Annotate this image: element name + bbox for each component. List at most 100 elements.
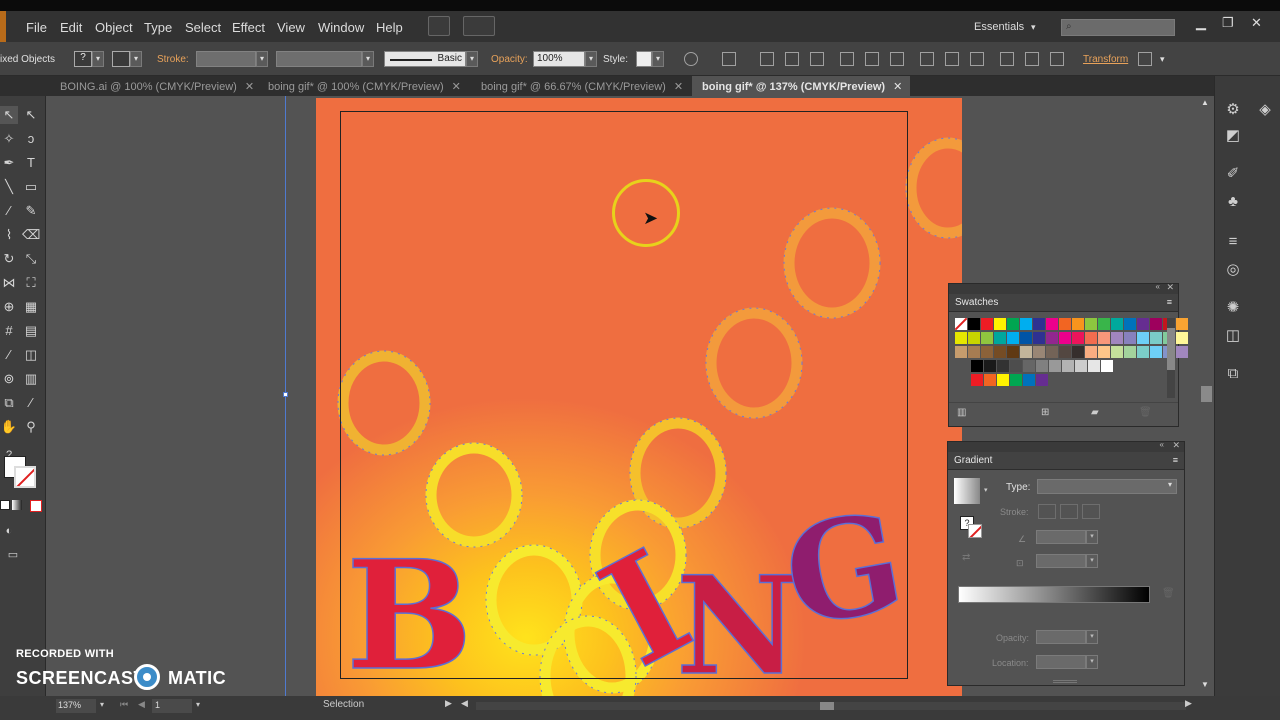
aspect-ratio-dropdown[interactable]: ▾ <box>1086 554 1098 568</box>
color-swatch[interactable] <box>1098 318 1110 330</box>
color-swatch[interactable] <box>1046 318 1058 330</box>
distribute-top-icon[interactable] <box>920 52 934 66</box>
fill-dropdown[interactable]: ▾ <box>92 51 104 67</box>
brush-dropdown[interactable]: ▾ <box>466 51 478 67</box>
opacity-dropdown[interactable]: ▾ <box>585 51 597 67</box>
symbols-icon[interactable]: ♣ <box>1223 192 1243 212</box>
mesh-tool-icon[interactable]: # <box>0 322 18 340</box>
color-swatch[interactable] <box>1176 332 1188 344</box>
menu-file[interactable]: File <box>26 20 47 35</box>
color-swatch[interactable] <box>971 374 983 386</box>
menu-object[interactable]: Object <box>95 20 133 35</box>
gradient-tool-icon[interactable]: ▤ <box>22 322 40 340</box>
chevron-down-icon[interactable]: ▾ <box>196 700 200 709</box>
distribute-right-icon[interactable] <box>1050 52 1064 66</box>
opacity-input[interactable]: 100% <box>533 51 585 67</box>
color-swatch[interactable] <box>1007 346 1019 358</box>
fill-color-box[interactable]: ? <box>74 51 92 67</box>
transform-link[interactable]: Transform <box>1083 54 1128 65</box>
menu-view[interactable]: View <box>277 20 305 35</box>
color-mode-icon[interactable] <box>0 500 10 510</box>
panel-menu-icon[interactable]: ≡ <box>1173 455 1178 465</box>
screen-mode-icon[interactable]: ▭ <box>4 546 22 564</box>
close-panel-icon[interactable]: ✕ <box>1166 282 1174 293</box>
scroll-thumb[interactable] <box>820 702 834 710</box>
search-input[interactable]: ⌕ <box>1061 19 1175 36</box>
close-panel-icon[interactable]: ✕ <box>1172 440 1180 451</box>
distribute-left-icon[interactable] <box>1000 52 1014 66</box>
symbol-sprayer-tool-icon[interactable]: ⊚ <box>0 370 18 388</box>
scroll-down-icon[interactable]: ▼ <box>1201 680 1209 689</box>
color-swatch[interactable] <box>1124 332 1136 344</box>
graphic-styles-icon[interactable]: ✺ <box>1223 298 1243 318</box>
color-swatch[interactable] <box>1137 318 1149 330</box>
color-swatch[interactable] <box>1033 332 1045 344</box>
swatch-libraries-icon[interactable]: ▥ <box>957 407 966 418</box>
new-color-group-icon[interactable]: ▰ <box>1091 407 1099 418</box>
color-swatch[interactable] <box>1023 374 1035 386</box>
menu-edit[interactable]: Edit <box>60 20 82 35</box>
color-swatch[interactable] <box>1046 346 1058 358</box>
scroll-left-icon[interactable]: ◀ <box>461 698 468 709</box>
color-swatch[interactable] <box>984 360 996 372</box>
chevron-down-icon[interactable]: ▾ <box>984 486 988 494</box>
color-swatch[interactable] <box>1075 360 1087 372</box>
stroke-gradient-along-icon[interactable] <box>1060 504 1078 519</box>
angle-input[interactable] <box>1036 530 1086 544</box>
gradient-slider[interactable] <box>958 586 1150 603</box>
color-swatch[interactable] <box>1020 318 1032 330</box>
zoom-tool-icon[interactable]: ⚲ <box>22 418 40 436</box>
layers-icon[interactable]: ◈ <box>1255 100 1275 120</box>
color-swatch[interactable] <box>1137 346 1149 358</box>
restore-icon[interactable]: ❐ <box>1222 15 1234 31</box>
align-right-icon[interactable] <box>810 52 824 66</box>
slice-tool-icon[interactable]: ⁄ <box>22 394 40 412</box>
color-swatch[interactable] <box>1010 374 1022 386</box>
graphic-style-box[interactable] <box>636 51 652 67</box>
variable-width-profile[interactable] <box>276 51 362 67</box>
scroll-thumb[interactable] <box>1167 328 1175 370</box>
close-tab-icon[interactable]: ✕ <box>893 81 902 93</box>
scale-tool-icon[interactable]: ⤡ <box>22 250 40 268</box>
color-swatch[interactable] <box>981 332 993 344</box>
workspace-switcher[interactable]: Essentials <box>974 21 1024 33</box>
align-left-icon[interactable] <box>760 52 774 66</box>
color-swatch[interactable] <box>981 346 993 358</box>
color-swatch[interactable] <box>1010 360 1022 372</box>
blend-tool-icon[interactable]: ◫ <box>22 346 40 364</box>
color-swatch[interactable] <box>1150 318 1162 330</box>
color-swatch[interactable] <box>1150 332 1162 344</box>
paintbrush-tool-icon[interactable]: ⁄ <box>0 202 18 220</box>
align-bottom-icon[interactable] <box>890 52 904 66</box>
gradient-preview[interactable] <box>954 478 980 504</box>
swatches-scrollbar[interactable] <box>1167 318 1175 398</box>
panel-menu-icon[interactable]: ≡ <box>1167 297 1172 307</box>
appearance-icon[interactable]: ◎ <box>1223 260 1243 280</box>
chevron-down-icon[interactable]: ▾ <box>1031 22 1036 33</box>
color-swatch[interactable] <box>955 332 967 344</box>
hand-tool-icon[interactable]: ✋ <box>0 418 18 436</box>
stop-location-input[interactable] <box>1036 655 1086 669</box>
none-swatch[interactable] <box>955 318 967 330</box>
scroll-up-icon[interactable]: ▲ <box>1201 98 1209 107</box>
stroke-weight-input[interactable] <box>196 51 256 67</box>
color-swatch[interactable] <box>1124 318 1136 330</box>
color-swatch[interactable] <box>994 318 1006 330</box>
color-swatch[interactable] <box>1085 332 1097 344</box>
color-swatch[interactable] <box>1137 332 1149 344</box>
color-swatch[interactable] <box>1036 374 1048 386</box>
distribute-bottom-icon[interactable] <box>970 52 984 66</box>
color-swatch[interactable] <box>997 374 1009 386</box>
delete-stop-icon[interactable]: 🗑 <box>1162 588 1175 599</box>
magic-wand-tool-icon[interactable]: ✧ <box>0 130 18 148</box>
color-swatch[interactable] <box>984 374 996 386</box>
menu-effect[interactable]: Effect <box>232 20 265 35</box>
distribute-center-icon[interactable] <box>945 52 959 66</box>
color-swatch[interactable] <box>968 318 980 330</box>
close-icon[interactable]: ✕ <box>1251 15 1262 31</box>
gradient-tab[interactable]: Gradient ≡ <box>948 452 1184 470</box>
color-swatch[interactable] <box>1111 346 1123 358</box>
first-artboard-icon[interactable]: ⏮ <box>120 699 128 710</box>
swatches-tab[interactable]: Swatches ≡ <box>949 294 1178 312</box>
color-swatch[interactable] <box>968 332 980 344</box>
